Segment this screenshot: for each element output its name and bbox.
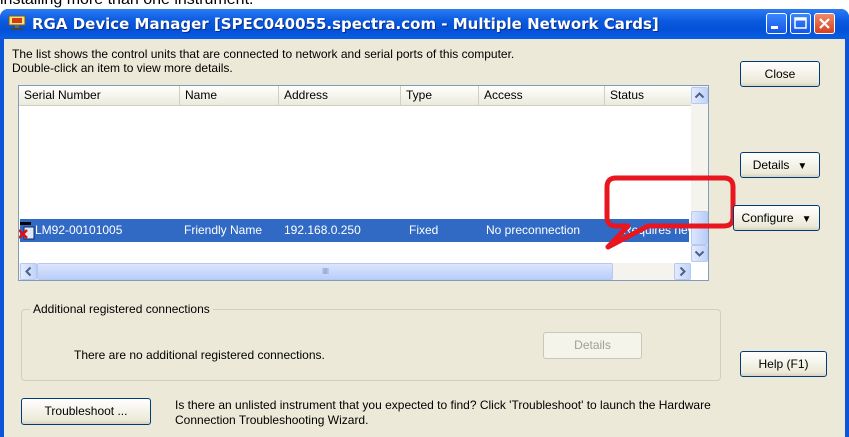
troubleshoot-button[interactable]: Troubleshoot ... [21, 398, 151, 425]
group-title: Additional registered connections [30, 302, 213, 316]
window-title: RGA Device Manager [SPEC040055.spectra.c… [32, 15, 659, 33]
maximize-button[interactable] [790, 13, 811, 34]
close-window-button[interactable] [814, 13, 835, 34]
title-bar[interactable]: RGA Device Manager [SPEC040055.spectra.c… [0, 9, 849, 39]
device-error-icon [19, 222, 35, 240]
cell-type: Fixed [409, 223, 439, 237]
scroll-right-button[interactable] [674, 263, 691, 280]
troubleshoot-line-1: Is there an unlisted instrument that you… [175, 398, 711, 412]
chevron-right-icon [679, 266, 686, 277]
column-serial-number[interactable]: Serial Number [19, 86, 180, 105]
list-description: The list shows the control units that ar… [12, 47, 514, 75]
chevron-left-icon [25, 266, 32, 277]
dropdown-arrow-icon: ▼ [797, 161, 808, 172]
horizontal-scrollbar[interactable]: IIIII [19, 263, 691, 280]
device-row[interactable]: LM92-00101005 Friendly Name 192.168.0.25… [19, 219, 689, 242]
registered-connections-group: Additional registered connections There … [21, 302, 721, 381]
column-address[interactable]: Address [279, 86, 401, 105]
dialog-client-area: The list shows the control units that ar… [4, 39, 845, 437]
no-connections-text: There are no additional registered conne… [74, 348, 325, 362]
cell-access: No preconnection [486, 223, 581, 237]
column-status[interactable]: Status [605, 86, 691, 105]
help-button[interactable]: Help (F1) [740, 351, 827, 377]
device-manager-window: RGA Device Manager [SPEC040055.spectra.c… [0, 9, 849, 437]
list-header: Serial Number Name Address Type Access S… [19, 86, 708, 106]
troubleshoot-description: Is there an unlisted instrument that you… [175, 398, 711, 428]
description-line-1: The list shows the control units that ar… [12, 47, 515, 61]
column-type[interactable]: Type [401, 86, 479, 105]
scroll-left-button[interactable] [20, 263, 37, 280]
dropdown-arrow-icon: ▼ [801, 214, 812, 225]
document-text-above: installing more than one instrument. [0, 0, 253, 9]
troubleshoot-line-2: Connection Troubleshooting Wizard. [175, 413, 369, 427]
column-access[interactable]: Access [479, 86, 605, 105]
minimize-icon [771, 26, 778, 29]
configure-dropdown-button[interactable]: Configure ▼ [733, 205, 820, 231]
annotation-callout-icon [604, 175, 736, 250]
close-icon [819, 18, 830, 29]
maximize-icon [794, 17, 807, 29]
network-device-icon [8, 15, 26, 30]
horizontal-scroll-thumb[interactable]: IIIII [37, 263, 613, 280]
column-name[interactable]: Name [180, 86, 279, 105]
minimize-button[interactable] [766, 13, 787, 34]
close-button[interactable]: Close [740, 61, 820, 87]
chevron-up-icon [694, 92, 705, 99]
cell-name: Friendly Name [184, 223, 263, 237]
cell-serial: LM92-00101005 [35, 223, 123, 237]
description-line-2: Double-click an item to view more detail… [12, 61, 233, 75]
details-dropdown-button[interactable]: Details ▼ [740, 152, 820, 178]
scroll-up-button[interactable] [691, 87, 708, 104]
configure-button-label: Configure [741, 211, 794, 225]
registered-details-button[interactable]: Details [543, 332, 642, 359]
details-button-label: Details [752, 158, 790, 172]
cell-address: 192.168.0.250 [284, 223, 361, 237]
